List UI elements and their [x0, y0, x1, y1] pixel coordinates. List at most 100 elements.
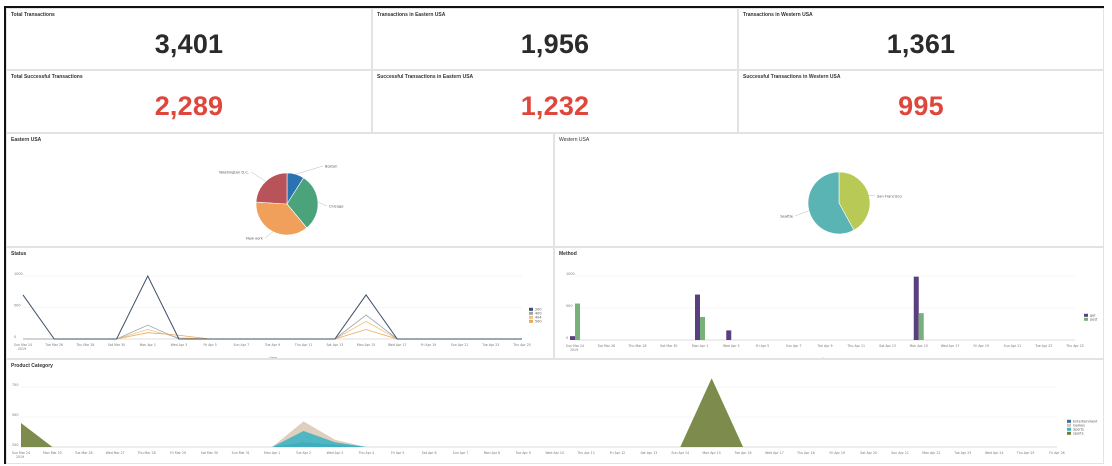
method-bar-get: [695, 294, 700, 340]
x-tick-label: Fri Apr 19: [830, 451, 845, 455]
x-tick-label: Tue Mar 26: [596, 344, 615, 348]
x-tick-label: Mon Apr 15: [703, 451, 721, 455]
pie-slice-label: Seattle: [780, 215, 794, 219]
method-bar-chart[interactable]: 10005000Sun Mar 242019Tue Mar 26 Thu Mar …: [555, 248, 1104, 359]
x-tick-label: Sat Apr 6: [422, 451, 437, 455]
x-tick-year: 2019: [18, 347, 26, 351]
x-tick-label: Sat Apr 13: [879, 344, 896, 348]
x-tick-label: Sun Apr 7: [233, 343, 249, 347]
x-tick-label: Wed Apr 17: [765, 451, 784, 455]
x-tick-label: Thu Mar 28: [627, 344, 646, 348]
legend-swatch: [529, 319, 533, 323]
pie-leader-line: [264, 231, 274, 239]
western-usa-pie-panel: Western USA San Francisco Seattle: [554, 133, 1104, 247]
eastern-usa-pie-panel: Eastern USA Boston Chicago New york Washing…: [6, 133, 554, 247]
status-series-400: [23, 314, 522, 340]
western-usa-pie-chart[interactable]: San Francisco Seattle: [555, 134, 1104, 247]
kpi-total-successful[interactable]: Total Successful Transactions 2,289: [6, 70, 372, 133]
method-bar-post: [700, 316, 705, 340]
kpi-eastern-successful[interactable]: Successful Transactions in Eastern USA 1…: [372, 70, 738, 133]
pie-leader-line: [868, 195, 876, 197]
pie-slice-label: Chicago: [329, 205, 343, 209]
x-tick-label: Sun Apr 14: [671, 451, 689, 455]
area-series-Sports: [21, 431, 1057, 447]
y-tick-label: 1000: [14, 272, 23, 276]
panel-title: Total Successful Transactions: [11, 74, 83, 80]
kpi-total-transactions[interactable]: Total Transactions 3,401: [6, 8, 372, 70]
x-tick-label: Wed Apr 17: [388, 343, 407, 347]
panel-title: Transactions in Western USA: [743, 12, 813, 18]
x-tick-label: Fri Mar 29: [170, 451, 186, 455]
legend-swatch: [1084, 313, 1088, 317]
method-bar-get: [726, 330, 732, 340]
legend-swatch: [1067, 419, 1071, 423]
x-tick-label: Tue Apr 23: [1034, 344, 1052, 348]
x-tick-label: Fri Apr 12: [610, 451, 625, 455]
x-tick-label: Sun Apr 7: [786, 344, 802, 348]
legend-swatch: [1067, 427, 1071, 431]
x-tick-label: Tue Apr 9: [515, 451, 531, 455]
x-tick-label: Thu Mar 28: [75, 343, 94, 347]
kpi-value: 1,956: [520, 29, 590, 59]
product-category-area-chart[interactable]: 750500250Sun Mar 242019Mon Mar 25 Tue Mar…: [7, 360, 1104, 464]
kpi-value: 1,361: [886, 29, 956, 59]
x-tick-label: Mon Mar 25: [43, 451, 62, 455]
x-tick-label: Thu Apr 25: [1016, 451, 1035, 455]
x-tick-label: Fri Apr 5: [391, 451, 404, 455]
x-tick-label: Fri Apr 26: [1049, 451, 1064, 455]
legend-swatch: [529, 315, 533, 319]
kpi-western-successful[interactable]: Successful Transactions in Western USA 9…: [738, 70, 1104, 133]
product-category-panel: Product Category 750 500 250 Sun Mar 24 2019…: [6, 359, 1104, 464]
x-tick-label: Fri Apr 5: [203, 343, 216, 347]
x-tick-label: Wed Apr 3: [327, 451, 344, 455]
method-bar-get: [913, 276, 919, 340]
method-bar-post: [575, 303, 580, 340]
x-tick-label: Mon Apr 1: [140, 343, 156, 347]
legend-swatch: [529, 307, 533, 311]
legend-label: post: [1090, 318, 1098, 322]
y-tick-label: 750: [12, 383, 18, 387]
pie-slice-label: Boston: [325, 165, 337, 169]
area-series-sports: [21, 378, 1057, 447]
dashboard: Total Transactions 3,401 Transactions in…: [4, 6, 1104, 464]
x-tick-label: Sun Apr 7: [453, 451, 469, 455]
kpi-value: 2,289: [154, 91, 224, 121]
pie-slice[interactable]: [255, 172, 288, 205]
x-tick-label: Sat Apr 13: [326, 343, 343, 347]
panel-title: Transactions in Eastern USA: [377, 12, 446, 18]
kpi-value: 3,401: [154, 29, 224, 59]
pie-leader-line: [794, 210, 810, 217]
method-bar-get: [570, 336, 575, 340]
x-tick-label: Wed Apr 3: [723, 344, 740, 348]
x-tick-label: Sat Apr 13: [640, 451, 657, 455]
status-chart-panel: Status 1000 500 0 Sun Mar 24 2019 Tue Mar 26 T…: [6, 247, 554, 359]
x-tick-year: 2019: [16, 455, 24, 459]
method-bar-post: [918, 313, 924, 340]
x-tick-label: Wed Apr 3: [171, 343, 188, 347]
pie-slice-label: New york: [246, 237, 264, 241]
x-tick-label: Thu Mar 28: [137, 451, 156, 455]
x-tick-label: Sun Apr 21: [891, 451, 909, 455]
y-tick-label: 500: [12, 413, 18, 417]
legend-swatch: [1067, 431, 1071, 435]
y-tick-label: 500: [14, 304, 20, 308]
x-tick-label: Thu Apr 18: [796, 451, 815, 455]
y-tick-label: 500: [566, 304, 572, 308]
panel-title: Successful Transactions in Eastern USA: [377, 74, 474, 80]
x-tick-label: Mon Apr 1: [692, 344, 708, 348]
eastern-usa-pie-chart[interactable]: Boston Chicago New york Washington D.C.: [7, 134, 554, 247]
legend-label: sports: [1073, 432, 1084, 436]
area-series-Entertainment: [21, 442, 1057, 447]
legend-swatch: [1084, 317, 1088, 321]
kpi-eastern-transactions[interactable]: Transactions in Eastern USA 1,956: [372, 8, 738, 70]
x-tick-label: Tue Apr 9: [816, 344, 832, 348]
x-tick-label: Sat Mar 30: [108, 343, 125, 347]
y-tick-label: 250: [12, 443, 18, 447]
kpi-western-transactions[interactable]: Transactions in Western USA 1,361: [738, 8, 1104, 70]
status-line-chart[interactable]: 10005000Sun Mar 242019Tue Mar 26 Thu Mar …: [7, 248, 554, 359]
pie-leader-line: [317, 201, 328, 207]
legend-label: 500: [535, 320, 541, 324]
pie-slice-label: Washington D.C.: [219, 171, 249, 175]
x-tick-label: Thu Apr 4: [358, 451, 375, 455]
x-tick-label: Fri Apr 5: [756, 344, 769, 348]
